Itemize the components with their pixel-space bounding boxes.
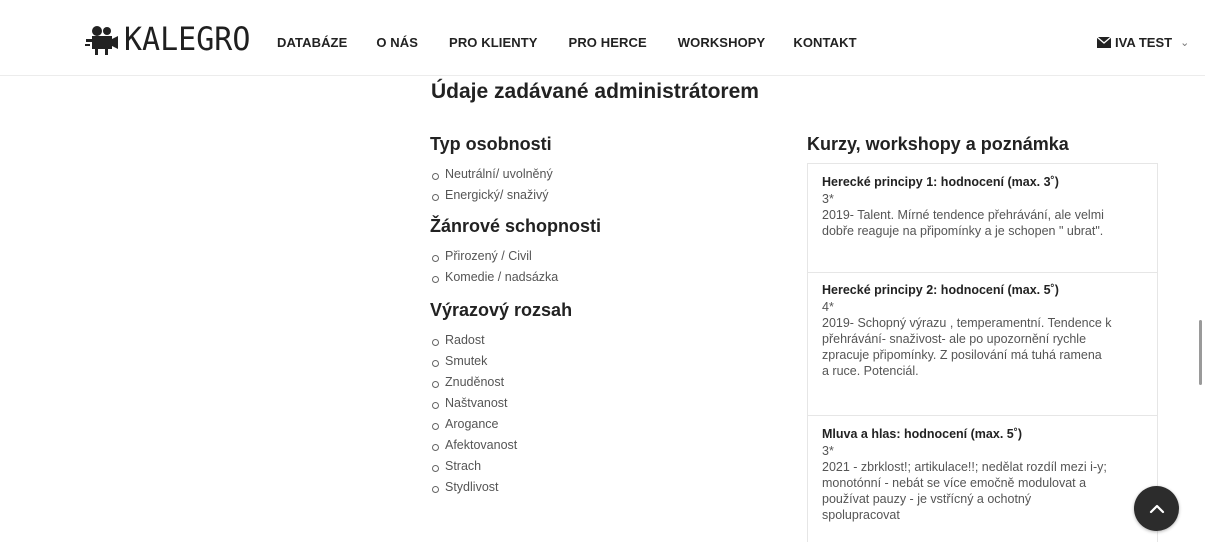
list-zanrove-schopnosti: Přirozený / Civil Komedie / nadsázka — [431, 246, 558, 288]
scroll-to-top-button[interactable] — [1134, 486, 1179, 531]
list-typ-osobnosti: Neutrální/ uvolněný Energický/ snaživý — [431, 164, 553, 206]
course-rating: 3* — [822, 192, 834, 206]
nav-item-kontakt[interactable]: KONTAKT — [793, 35, 856, 50]
courses-panel: Herecké principy 1: hodnocení (max. 3˚) … — [807, 163, 1158, 542]
list-item: Přirozený / Civil — [431, 246, 558, 267]
navbar: KALEGRO DATABÁZE O NÁS PRO KLIENTY PRO H… — [0, 0, 1205, 76]
film-camera-icon — [85, 25, 118, 55]
course-note-line: spolupracovat — [822, 508, 900, 522]
course-note-line: přehrávání- snaživost- ale po upozornění… — [822, 332, 1087, 346]
list-item: Strach — [431, 456, 517, 477]
course-title: Herecké principy 2: hodnocení (max. 5˚) — [822, 283, 1059, 297]
list-item: Neutrální/ uvolněný — [431, 164, 553, 185]
nav-item-pro-herce[interactable]: PRO HERCE — [569, 35, 647, 50]
nav-item-o-nas[interactable]: O NÁS — [376, 35, 418, 50]
course-note-line: zpracuje připomínky. Z posilování má tuh… — [822, 348, 1102, 362]
user-menu[interactable]: IVA TEST ⌄ — [1097, 35, 1189, 50]
user-name: IVA TEST — [1115, 35, 1173, 50]
course-title: Herecké principy 1: hodnocení (max. 3˚) — [822, 175, 1059, 189]
course-note-line: používat pauzy - je vstřícný a ochotný — [822, 492, 1032, 506]
section-heading-zanrove-schopnosti: Žánrové schopnosti — [430, 216, 602, 236]
envelope-icon — [1097, 37, 1111, 48]
list-item: Energický/ snaživý — [431, 185, 553, 206]
nav-item-workshopy[interactable]: WORKSHOPY — [678, 35, 766, 50]
list-item: Stydlivost — [431, 477, 517, 498]
course-item: Mluva a hlas: hodnocení (max. 5˚) 3* 202… — [808, 416, 1157, 542]
section-heading-typ-osobnosti: Typ osobnosti — [430, 134, 552, 154]
chevron-down-icon: ⌄ — [1180, 37, 1190, 49]
course-note-line: 2019- Schopný výrazu , temperamentní. Te… — [822, 316, 1112, 330]
brand-name: KALEGRO — [124, 20, 251, 59]
logo[interactable]: KALEGRO — [84, 20, 251, 59]
nav-item-databaze[interactable]: DATABÁZE — [277, 35, 347, 50]
scrollbar-thumb[interactable] — [1199, 320, 1202, 385]
course-note-line: 2019- Talent. Mírné tendence přehrávání,… — [822, 208, 1104, 222]
list-item: Radost — [431, 330, 517, 351]
list-item: Smutek — [431, 351, 517, 372]
course-title: Mluva a hlas: hodnocení (max. 5˚) — [822, 427, 1023, 441]
section-heading-vyrazovy-rozsah: Výrazový rozsah — [430, 300, 573, 320]
course-note-line: dobře reaguje na připomínky a je schopen… — [822, 224, 1104, 238]
main-nav: DATABÁZE O NÁS PRO KLIENTY PRO HERCE WOR… — [277, 35, 886, 50]
course-rating: 3* — [822, 444, 834, 458]
course-note-line: a ruce. Potenciál. — [822, 364, 919, 378]
page-title: Údaje zadávané administrátorem — [431, 80, 759, 103]
nav-item-pro-klienty[interactable]: PRO KLIENTY — [449, 35, 538, 50]
list-vyrazovy-rozsah: Radost Smutek Znuděnost Naštvanost Aroga… — [431, 330, 517, 498]
list-item: Komedie / nadsázka — [431, 267, 558, 288]
section-heading-kurzy: Kurzy, workshopy a poznámka — [807, 134, 1069, 154]
course-note-line: monotónní - nebát se více emočně modulov… — [822, 476, 1087, 490]
course-note-line: 2021 - zbrklost!; artikulace!!; nedělat … — [822, 460, 1107, 474]
course-item: Herecké principy 1: hodnocení (max. 3˚) … — [808, 174, 1157, 273]
list-item: Znuděnost — [431, 372, 517, 393]
list-item: Naštvanost — [431, 393, 517, 414]
course-rating: 4* — [822, 300, 834, 314]
list-item: Afektovanost — [431, 435, 517, 456]
course-item: Herecké principy 2: hodnocení (max. 5˚) … — [808, 273, 1157, 416]
chevron-up-icon — [1149, 504, 1164, 513]
list-item: Arogance — [431, 414, 517, 435]
